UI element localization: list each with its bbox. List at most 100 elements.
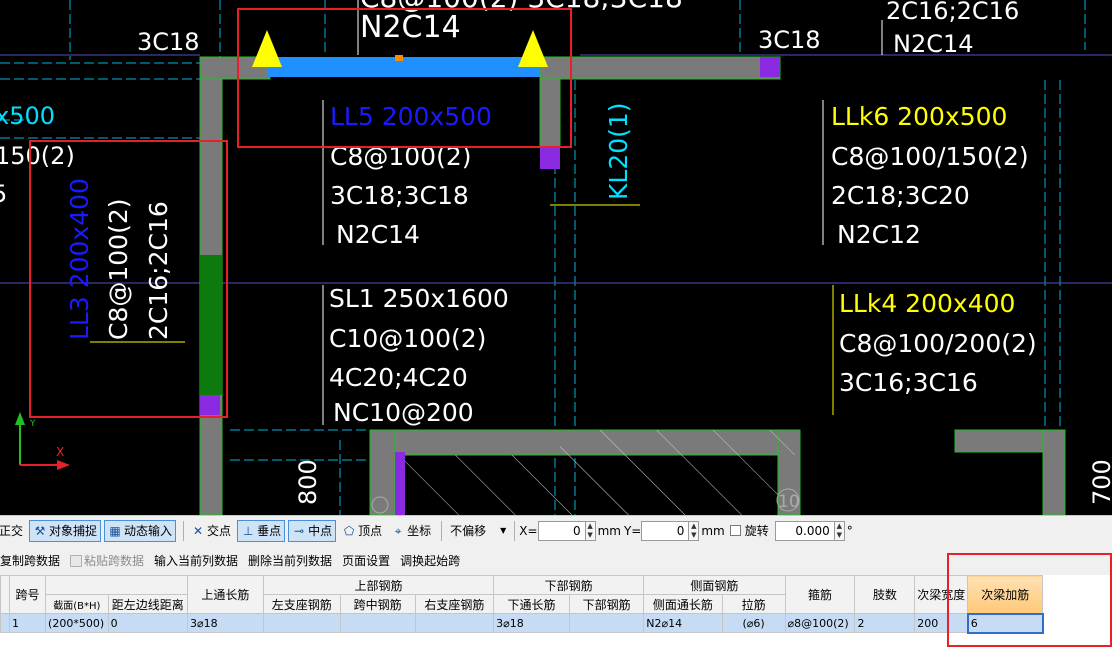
label-3c18-left: 3C18	[137, 28, 200, 56]
input-column-button[interactable]: 输入当前列数据	[154, 552, 238, 569]
header-edge-dist: 距左边线距离	[107, 594, 188, 614]
delete-column-button[interactable]: 删除当前列数据	[248, 552, 332, 569]
degree-symbol: °	[846, 523, 853, 538]
header-secondary-width: 次梁宽度	[914, 575, 969, 614]
chevron-down-icon: ▼	[500, 526, 507, 535]
ucs-axis-icon	[15, 412, 70, 470]
copy-span-button[interactable]: 复制跨数据	[0, 552, 60, 569]
x-value: 0	[572, 523, 581, 538]
support-triangle-right	[518, 30, 548, 67]
cell-top-through[interactable]: 3⌀18	[186, 613, 264, 633]
header-top-right: 右支座钢筋	[414, 594, 495, 614]
snap-toolbar: 正交 ⚒ 对象捕捉 ▦ 动态输入 ✕ 交点 ⊥ 垂点 ⊸ 中点 ⬠ 顶点 ⌖ 坐…	[0, 515, 1112, 545]
label-ll5-stirrup: C8@100(2)	[330, 142, 472, 171]
midpoint-snap-button[interactable]: ⊸ 中点	[288, 519, 337, 542]
cell-top-right[interactable]	[414, 613, 495, 633]
coordinate-snap-button[interactable]: ⌖ 坐标	[388, 520, 434, 542]
vertex-label: 顶点	[358, 524, 383, 538]
object-snap-button[interactable]: ⚒ 对象捕捉	[29, 519, 102, 542]
cell-bottom-through[interactable]: 3⌀18	[493, 613, 570, 633]
intersection-snap-button[interactable]: ✕ 交点	[188, 520, 234, 542]
label-grid-10: 10	[778, 492, 800, 512]
span-table: 跨号 上通长筋 上部钢筋 下部钢筋 侧面钢筋 箍筋 肢数 次梁宽度 次梁加筋 截…	[0, 575, 1112, 647]
beam-data-grid: 跨号 上通长筋 上部钢筋 下部钢筋 侧面钢筋 箍筋 肢数 次梁宽度 次梁加筋 截…	[0, 575, 1112, 647]
header-bottom-group: 下部钢筋	[493, 575, 645, 595]
table-toolbar: 复制跨数据 粘贴跨数据 输入当前列数据 删除当前列数据 页面设置 调换起始跨	[0, 545, 1112, 575]
label-sl1-main: 4C20;4C20	[329, 363, 468, 392]
header-top-group: 上部钢筋	[262, 575, 495, 595]
intersection-label: 交点	[207, 524, 232, 538]
header-top-mid: 跨中钢筋	[339, 594, 416, 614]
purple-marker-2	[760, 57, 780, 77]
cell-tie[interactable]: (⌀6)	[721, 613, 786, 633]
label-2c16: 2C16;2C16	[886, 0, 1019, 25]
separator	[183, 520, 185, 541]
offset-mode-select[interactable]: 不偏移 ▼	[446, 521, 510, 541]
rotate-input[interactable]: 0.000	[774, 520, 835, 541]
cad-drawing-canvas[interactable]: C8@100(2) 3C18;3C18 N2C14 3C18 3C18 2C16…	[0, 0, 1112, 515]
table-row[interactable]: 1 (200*500) 0 3⌀18 3⌀18 N2⌀14 (⌀6) ⌀8@10…	[0, 612, 1112, 634]
ortho-label: 正交	[0, 524, 24, 538]
cell-secondary-width[interactable]: 200	[914, 613, 969, 633]
label-llk6-stirrup: C8@100/150(2)	[831, 142, 1029, 171]
y-unit: mm	[701, 523, 725, 538]
paste-span-button[interactable]: 粘贴跨数据	[70, 552, 144, 569]
intersection-icon: ✕	[193, 523, 204, 538]
beam-ll5[interactable]	[268, 57, 540, 77]
cell-indicator[interactable]	[0, 613, 10, 633]
label-llk6-title: LLk6 200x500	[831, 102, 1007, 131]
cell-bottom-bar[interactable]	[568, 613, 645, 633]
cell-legs[interactable]: 2	[854, 613, 916, 633]
beam-marker	[395, 55, 403, 61]
x-spinner[interactable]: ▲ ▼	[585, 520, 596, 541]
hatched-slab	[405, 455, 778, 515]
header-bottom-through: 下通长筋	[493, 594, 570, 614]
label-llk4-main: 3C16;3C16	[839, 368, 978, 397]
header-bottom-bar: 下部钢筋	[568, 594, 645, 614]
rotate-value: 0.000	[795, 523, 830, 538]
cell-top-left[interactable]	[262, 613, 341, 633]
cell-side-through[interactable]: N2⌀14	[643, 613, 723, 633]
label-dim-800: 800	[294, 459, 322, 505]
label-llk4-title: LLk4 200x400	[839, 289, 1015, 318]
cell-stirrup[interactable]: ⌀8@100(2)	[784, 613, 856, 633]
cell-top-mid[interactable]	[339, 613, 416, 633]
header-secondary-add: 次梁加筋	[967, 575, 1044, 614]
label-ll5-main: 3C18;3C18	[330, 181, 469, 210]
x-input[interactable]: 0	[537, 520, 586, 541]
paste-icon	[70, 554, 83, 567]
label-n2c14-right: N2C14	[893, 30, 974, 58]
perpendicular-icon: ⊥	[242, 523, 254, 538]
swap-start-span-button[interactable]: 调换起始跨	[400, 552, 460, 569]
cell-section[interactable]: (200*500)	[45, 613, 109, 633]
label-left-5: 5	[0, 180, 7, 208]
offset-mode-value: 不偏移	[450, 524, 487, 538]
rotate-spinner[interactable]: ▲ ▼	[834, 520, 845, 541]
cell-secondary-add-editor[interactable]: 6	[966, 612, 1044, 634]
page-setup-button[interactable]: 页面设置	[342, 552, 390, 569]
label-left-x500: x500	[0, 102, 55, 130]
y-input[interactable]: 0	[641, 520, 690, 541]
header-side-group: 侧面钢筋	[643, 575, 786, 595]
y-value: 0	[676, 523, 685, 538]
label-llk4-stirrup: C8@100/200(2)	[839, 329, 1037, 358]
coordinate-icon: ⌖	[394, 523, 402, 538]
cell-edge-dist[interactable]: 0	[107, 613, 188, 633]
label-top-n2c14: N2C14	[360, 10, 461, 45]
perpendicular-snap-button[interactable]: ⊥ 垂点	[237, 519, 286, 542]
cell-span[interactable]: 1	[8, 613, 47, 633]
label-axis-y: Y	[29, 419, 36, 429]
purple-marker-3	[200, 395, 220, 415]
header-legs: 肢数	[854, 575, 916, 614]
dynamic-input-button[interactable]: ▦ 动态输入	[104, 519, 177, 542]
object-snap-label: 对象捕捉	[49, 524, 98, 538]
hatched-band	[560, 430, 800, 455]
vertex-snap-button[interactable]: ⬠ 顶点	[339, 520, 385, 542]
label-ll5-side: N2C14	[336, 220, 420, 249]
rotate-checkbox[interactable]	[729, 525, 741, 536]
y-spinner[interactable]: ▲ ▼	[689, 520, 700, 541]
support-triangle-left	[252, 30, 282, 67]
ortho-button[interactable]: 正交	[0, 520, 26, 542]
coordinate-label: 坐标	[407, 524, 432, 538]
midpoint-label: 中点	[308, 524, 333, 538]
